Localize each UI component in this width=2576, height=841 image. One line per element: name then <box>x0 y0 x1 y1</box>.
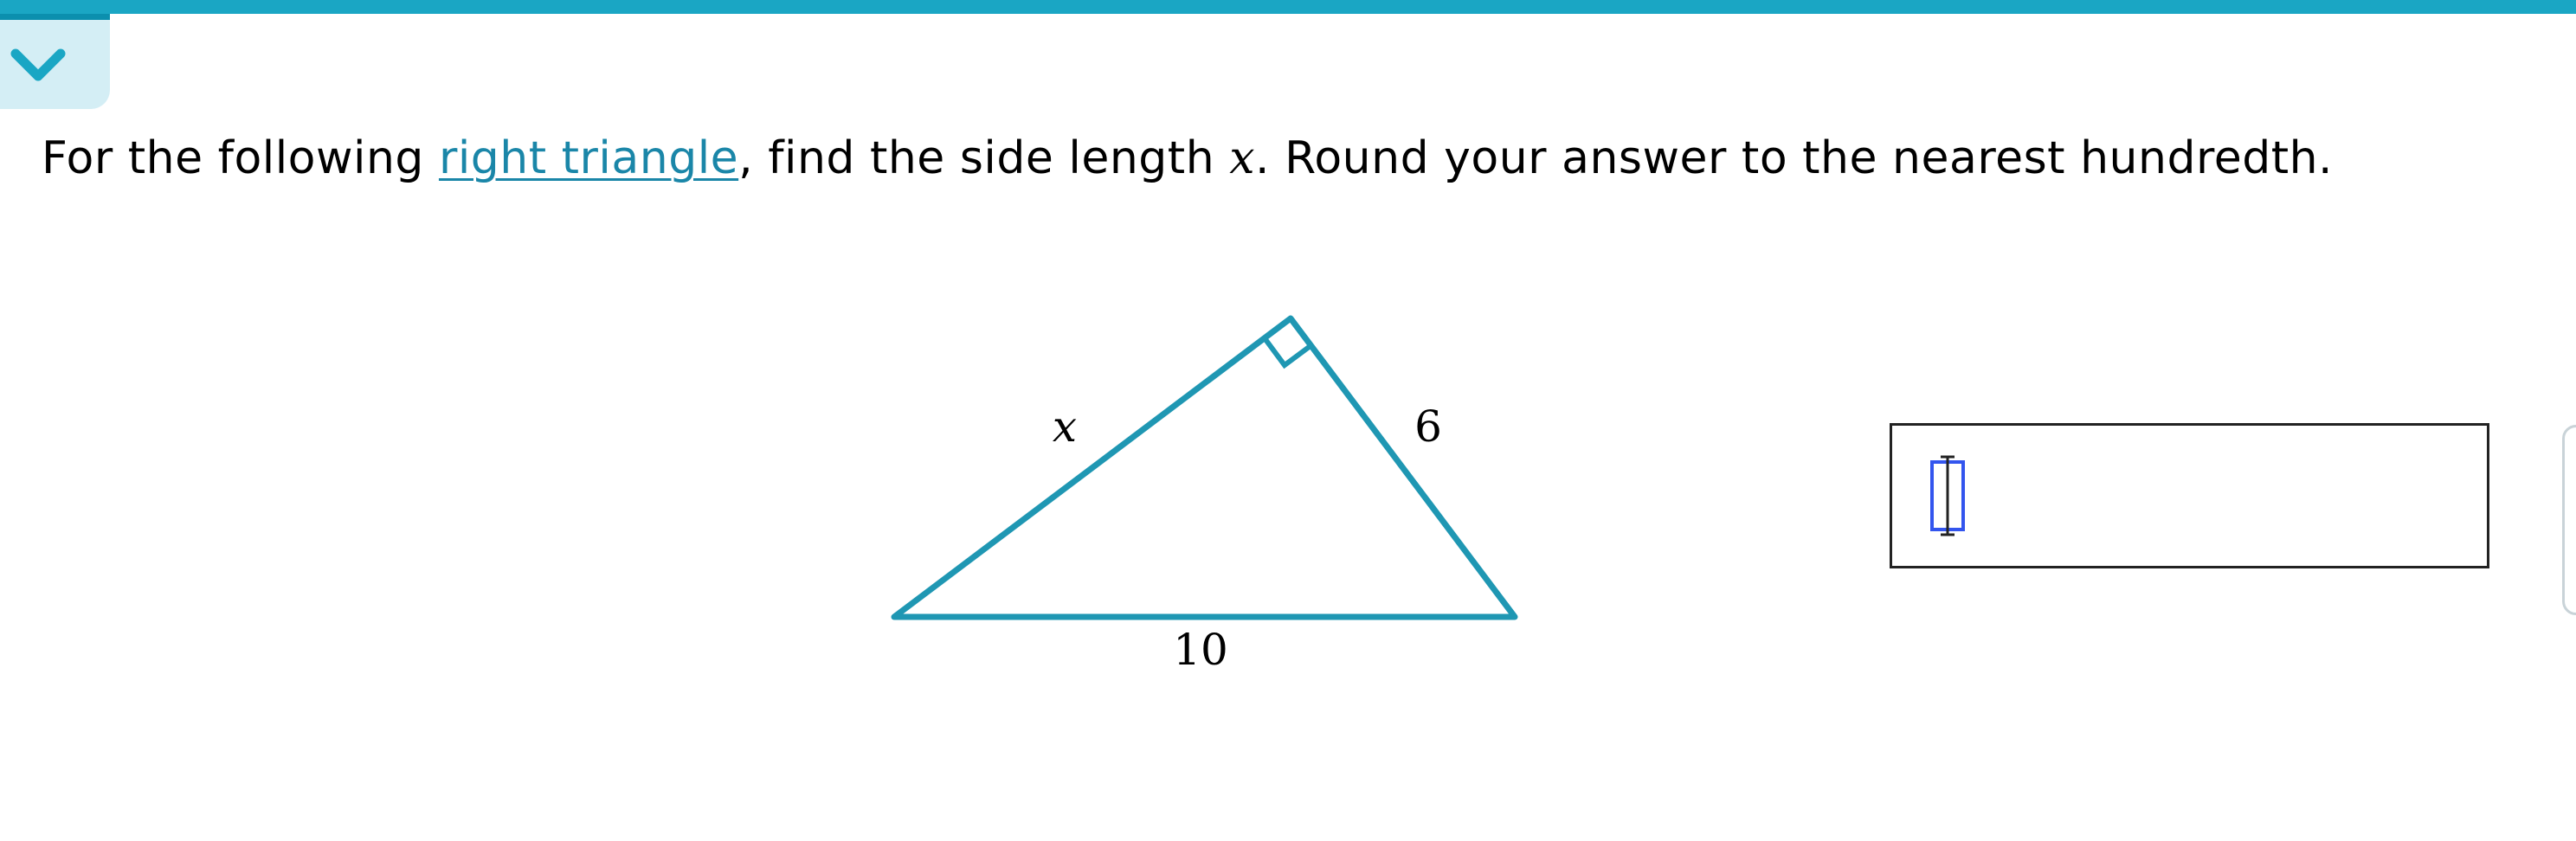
label-side-10: 10 <box>1173 625 1228 675</box>
side-panel-tab[interactable] <box>2562 425 2576 615</box>
triangle-outline <box>891 315 1518 620</box>
answer-input[interactable] <box>1890 423 2489 568</box>
label-side-x: x <box>1053 401 1077 452</box>
right-triangle-figure: x 6 10 <box>891 315 1518 675</box>
label-side-6: 6 <box>1414 401 1442 452</box>
right-angle-marker <box>1262 337 1313 369</box>
page: For the following right triangle, find t… <box>0 0 2576 841</box>
text-cursor-icon <box>1930 455 1965 536</box>
